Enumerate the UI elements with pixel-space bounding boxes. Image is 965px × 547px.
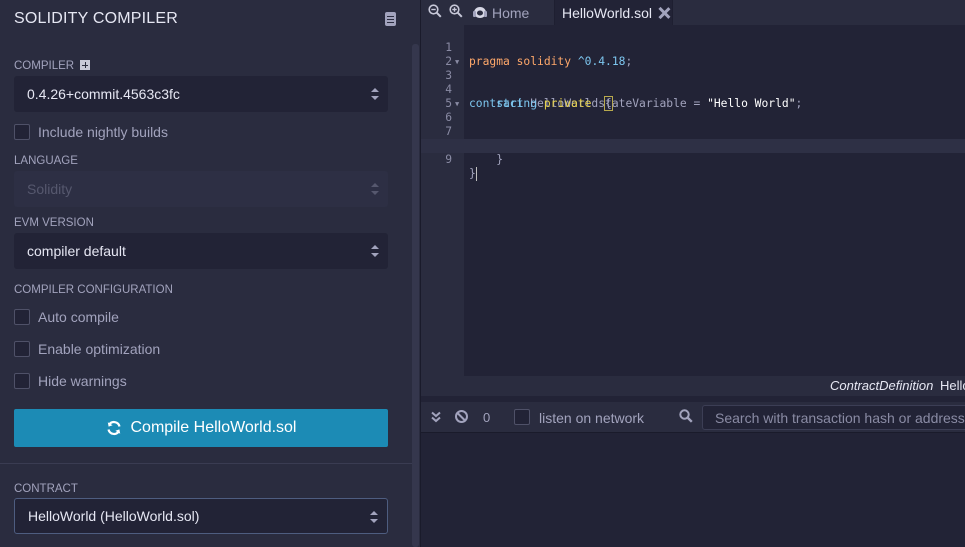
contract-select[interactable]: HelloWorld (HelloWorld.sol) bbox=[14, 498, 388, 534]
language-label: LANGUAGE bbox=[14, 155, 78, 167]
select-arrows-icon bbox=[371, 245, 379, 257]
editor-area: Home HelloWorld.sol 1 pragma solidity ^0… bbox=[420, 0, 965, 547]
tab-home[interactable]: Home bbox=[471, 0, 555, 25]
tab-home-label: Home bbox=[492, 4, 530, 21]
clear-console-icon[interactable] bbox=[455, 410, 468, 423]
evm-version-label: EVM VERSION bbox=[14, 217, 94, 229]
compiler-configuration-label: COMPILER CONFIGURATION bbox=[14, 284, 173, 296]
compiler-label: COMPILER bbox=[14, 60, 75, 72]
listen-on-network-checkbox[interactable] bbox=[514, 409, 530, 425]
tab-helloworld-sol[interactable]: HelloWorld.sol bbox=[555, 0, 673, 25]
refresh-icon bbox=[106, 420, 122, 436]
search-icon bbox=[679, 409, 693, 423]
enable-optimization-checkbox[interactable] bbox=[14, 341, 30, 357]
code-line: 4 string private stateVariable = "Hello … bbox=[421, 69, 965, 110]
terminal-toolbar: 0 listen on network bbox=[421, 402, 965, 433]
compile-button[interactable]: Compile HelloWorld.sol bbox=[14, 409, 388, 447]
hide-warnings-label: Hide warnings bbox=[38, 373, 127, 389]
contract-value: HelloWorld (HelloWorld.sol) bbox=[28, 508, 200, 524]
code-line: 5 bbox=[421, 83, 965, 110]
auto-compile-row[interactable]: Auto compile bbox=[14, 308, 119, 326]
hide-warnings-checkbox[interactable] bbox=[14, 373, 30, 389]
section-divider bbox=[0, 463, 412, 464]
editor-tab-bar: Home HelloWorld.sol bbox=[421, 0, 965, 25]
context-status-bar: ContractDefinition HelloWorld bbox=[421, 376, 965, 396]
tab-file-label: HelloWorld.sol bbox=[562, 4, 652, 21]
line-number: 9 bbox=[445, 153, 452, 166]
auto-compile-label: Auto compile bbox=[38, 309, 119, 325]
fold-arrow-icon[interactable]: ▼ bbox=[455, 97, 459, 111]
remix-logo-icon bbox=[472, 6, 488, 20]
auto-compile-checkbox[interactable] bbox=[14, 309, 30, 325]
code-line: 1 pragma solidity ^0.4.18; bbox=[421, 27, 965, 68]
select-arrows-icon bbox=[371, 183, 379, 195]
code-line: 3 ▼ contract HelloWorld { bbox=[421, 55, 965, 111]
code-line: 6 ▼ function GetHelloWorld() public view… bbox=[421, 97, 965, 152]
solidity-compiler-panel: SOLIDITY COMPILER COMPILER 0.4.26+commit… bbox=[0, 0, 420, 547]
compile-button-label: Compile HelloWorld.sol bbox=[130, 419, 297, 436]
code-editor[interactable]: 1 pragma solidity ^0.4.18; 2 3 ▼ contrac… bbox=[421, 25, 965, 376]
contract-label: CONTRACT bbox=[14, 483, 78, 495]
line-code: } bbox=[469, 167, 477, 181]
select-arrows-icon bbox=[371, 88, 379, 100]
code-line: 2 bbox=[421, 41, 965, 68]
evm-version-select[interactable]: compiler default bbox=[14, 233, 388, 269]
code-line: 7 return stateVariable; bbox=[421, 111, 965, 152]
enable-optimization-label: Enable optimization bbox=[38, 341, 161, 357]
listen-on-network-label: listen on network bbox=[539, 410, 645, 426]
panel-title: SOLIDITY COMPILER bbox=[14, 10, 179, 27]
document-icon[interactable] bbox=[385, 12, 396, 26]
code-line-active: 9 } bbox=[421, 139, 965, 181]
evm-version-value: compiler default bbox=[27, 243, 126, 259]
language-select: Solidity bbox=[14, 171, 388, 207]
fold-arrow-icon[interactable]: ▼ bbox=[455, 55, 459, 69]
enable-optimization-row[interactable]: Enable optimization bbox=[14, 340, 160, 358]
hide-warnings-row[interactable]: Hide warnings bbox=[14, 372, 127, 390]
code-lines: 1 pragma solidity ^0.4.18; 2 3 ▼ contrac… bbox=[421, 27, 965, 181]
pending-tx-count: 0 bbox=[483, 410, 491, 425]
include-nightly-checkbox[interactable] bbox=[14, 124, 30, 140]
include-nightly-label: Include nightly builds bbox=[38, 124, 168, 140]
add-compiler-icon[interactable] bbox=[80, 60, 90, 70]
double-chevron-down-icon[interactable] bbox=[430, 410, 442, 423]
close-icon[interactable] bbox=[658, 7, 670, 19]
transaction-search-input[interactable] bbox=[702, 405, 965, 430]
context-name-label: HelloWorld bbox=[940, 378, 965, 393]
compiler-version-value: 0.4.26+commit.4563c3fc bbox=[27, 86, 180, 102]
context-type-label: ContractDefinition bbox=[830, 378, 934, 393]
compiler-version-select[interactable]: 0.4.26+commit.4563c3fc bbox=[14, 76, 388, 112]
include-nightly-row[interactable]: Include nightly builds bbox=[14, 123, 168, 141]
language-value: Solidity bbox=[27, 181, 73, 197]
zoom-out-icon[interactable] bbox=[428, 4, 442, 18]
code-line: 8 } bbox=[421, 125, 965, 166]
zoom-in-icon[interactable] bbox=[449, 4, 463, 18]
select-arrows-icon bbox=[370, 511, 378, 523]
panel-scrollbar[interactable] bbox=[412, 44, 419, 547]
